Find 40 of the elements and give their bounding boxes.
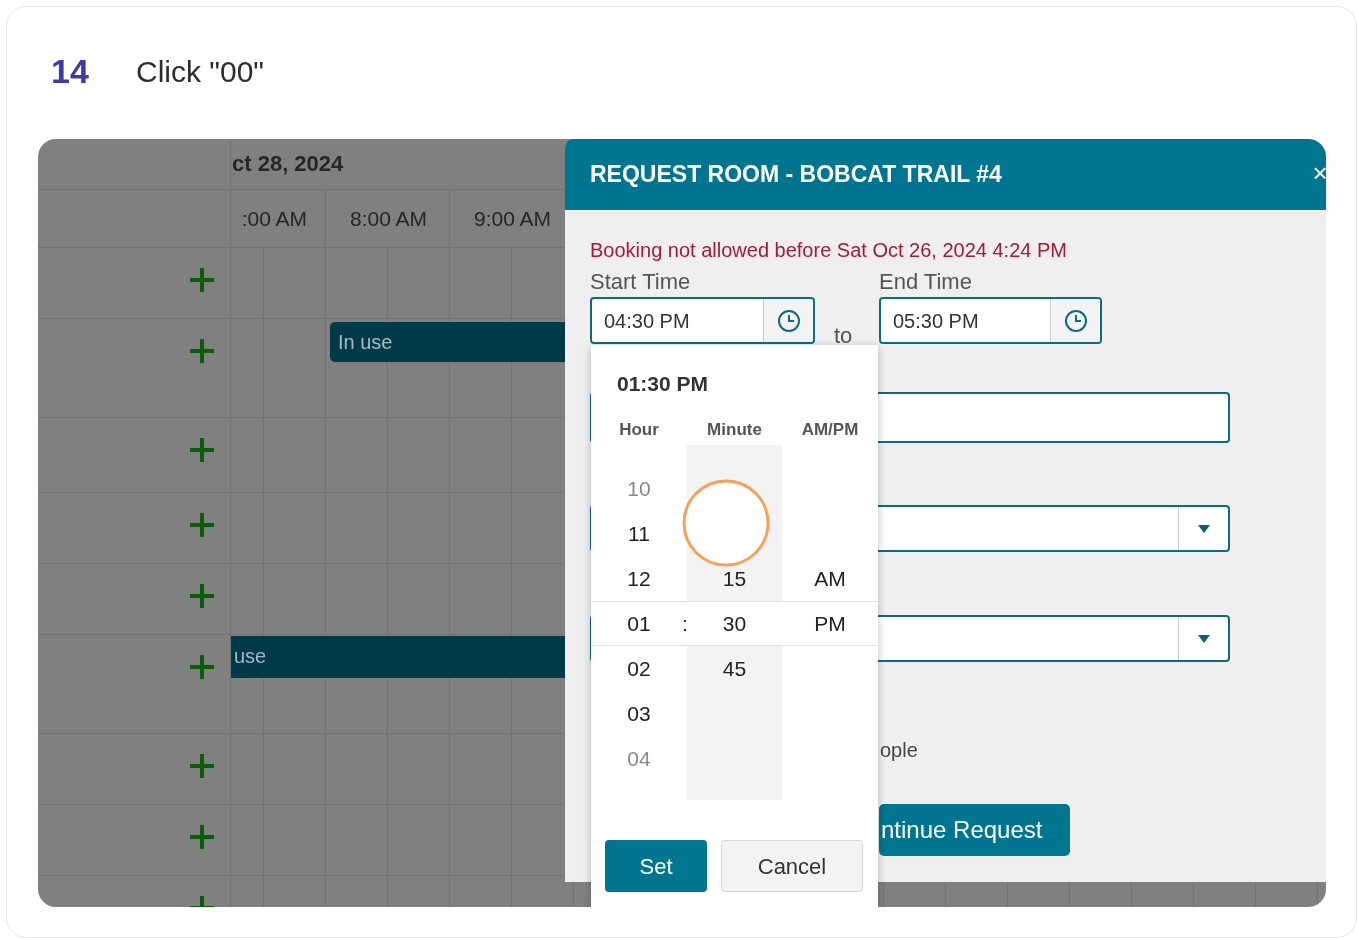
time-header: :00 AM [241, 205, 307, 232]
plus-icon[interactable] [188, 436, 216, 464]
column-header: Hour [619, 419, 659, 441]
column-header: Minute [707, 419, 762, 441]
end-time-label: End Time [879, 269, 973, 295]
plus-icon[interactable] [188, 266, 216, 294]
booking-notice: Booking not allowed before Sat Oct 26, 2024 4:24 PM [590, 238, 1068, 262]
plus-icon[interactable] [188, 752, 216, 780]
continue-request-button[interactable]: ntinue Request [879, 804, 1070, 856]
set-button[interactable]: Set [605, 840, 707, 892]
plus-icon[interactable] [188, 653, 216, 681]
meridiem-option[interactable]: PM [782, 601, 878, 646]
plus-icon[interactable] [188, 511, 216, 539]
selected-time: 01:30 PM [616, 371, 710, 397]
minute-option[interactable]: 30 [687, 601, 782, 646]
start-time-field[interactable]: 04:30 PM [590, 297, 815, 344]
to-label: to [834, 323, 853, 349]
column-header: AM/PM [801, 419, 859, 441]
plus-icon[interactable] [188, 823, 216, 851]
field-label: ople [880, 738, 918, 762]
close-button[interactable]: × [1312, 159, 1326, 187]
plus-icon[interactable] [188, 582, 216, 610]
meridiem-option[interactable]: AM [782, 556, 878, 601]
caret-icon [1197, 634, 1210, 643]
end-time-field[interactable]: 05:30 PM [879, 297, 1102, 344]
dialog-title: REQUEST ROOM - BOBCAT TRAIL #4 [590, 160, 1002, 190]
hour-option[interactable]: 12 [591, 556, 687, 601]
cancel-button[interactable]: Cancel [721, 840, 863, 892]
time-header: 8:00 AM [350, 205, 428, 232]
clock-icon[interactable] [1063, 308, 1088, 333]
start-time-label: Start Time [590, 269, 692, 295]
plus-icon[interactable] [188, 337, 216, 365]
hour-option[interactable]: 03 [591, 691, 687, 736]
time-separator: : [682, 611, 688, 637]
calendar-date: ct 28, 2024 [231, 150, 344, 178]
time-header: 9:00 AM [474, 205, 552, 232]
step-number: 14 [51, 50, 90, 92]
clock-icon[interactable] [776, 308, 801, 333]
caret-icon [1197, 524, 1210, 533]
step-instruction: Click "00" [136, 53, 264, 90]
